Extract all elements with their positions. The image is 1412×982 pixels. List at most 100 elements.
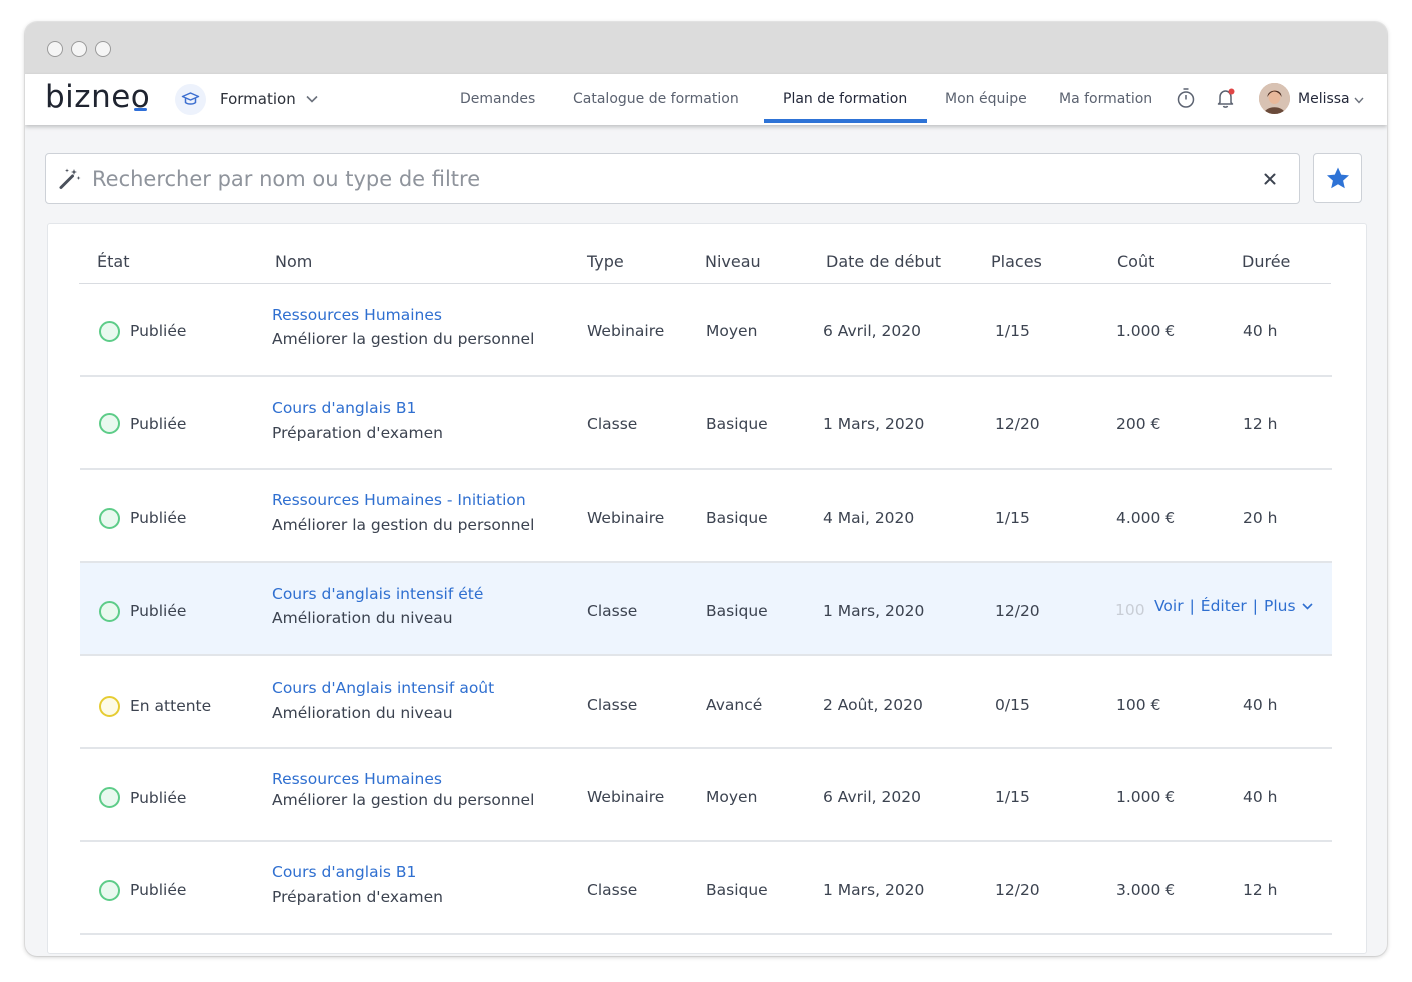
status-published-icon — [99, 601, 120, 622]
level-cell: Basique — [706, 509, 768, 527]
places-cell: 0/15 — [995, 696, 1030, 714]
cost-cell: 3.000 € — [1116, 881, 1176, 899]
column-header-duree[interactable]: Durée — [1242, 252, 1290, 271]
chevron-down-icon[interactable] — [1301, 603, 1313, 610]
status-label: Publiée — [130, 322, 187, 340]
training-name-link[interactable]: Cours d'anglais B1 — [272, 863, 416, 881]
table-row[interactable]: Publiée Ressources Humaines Améliorer la… — [80, 749, 1332, 842]
level-cell: Basique — [706, 415, 768, 433]
type-cell: Classe — [587, 881, 638, 899]
column-header-places[interactable]: Places — [991, 252, 1042, 271]
column-header-cout[interactable]: Coût — [1117, 252, 1154, 271]
search-bar — [45, 153, 1300, 204]
bell-icon[interactable] — [1215, 87, 1237, 109]
window-close-button[interactable] — [47, 41, 63, 57]
start-date-cell: 2 Août, 2020 — [823, 696, 923, 714]
type-cell: Webinaire — [587, 509, 665, 527]
action-separator: | — [1252, 597, 1258, 615]
app-header: bizneo Formation Demandes Catalogue de f… — [25, 74, 1387, 125]
training-plan-table: État Nom Type Niveau Date de début Place… — [47, 223, 1367, 954]
duration-cell: 20 h — [1243, 509, 1278, 527]
training-name-link[interactable]: Ressources Humaines - Initiation — [272, 491, 526, 509]
status-label: Publiée — [130, 602, 187, 620]
training-name-link[interactable]: Cours d'anglais B1 — [272, 399, 416, 417]
close-icon[interactable] — [1258, 167, 1282, 191]
user-menu[interactable]: Melissa — [1298, 91, 1350, 107]
status-label: En attente — [130, 697, 212, 715]
level-cell: Basique — [706, 881, 768, 899]
table-row[interactable]: Publiée Ressources Humaines Améliorer la… — [80, 284, 1332, 377]
table-row-hovered[interactable]: Publiée Cours d'anglais intensif été Amé… — [80, 563, 1332, 656]
action-separator: | — [1189, 597, 1195, 615]
places-cell: 12/20 — [995, 881, 1040, 899]
nav-mon-equipe[interactable]: Mon équipe — [945, 91, 1027, 107]
column-header-etat[interactable]: État — [97, 252, 129, 271]
nav-plan-de-formation[interactable]: Plan de formation — [783, 91, 907, 107]
type-cell: Classe — [587, 602, 638, 620]
window-minimize-button[interactable] — [71, 41, 87, 57]
start-date-cell: 4 Mai, 2020 — [823, 509, 915, 527]
stopwatch-icon[interactable] — [1176, 87, 1196, 109]
start-date-cell: 6 Avril, 2020 — [823, 788, 921, 806]
bizneo-logo[interactable]: bizneo — [45, 79, 150, 115]
module-selector[interactable]: Formation — [220, 90, 296, 108]
magic-wand-icon — [59, 168, 81, 189]
status-published-icon — [99, 413, 120, 434]
training-name-link[interactable]: Cours d'Anglais intensif août — [272, 679, 494, 697]
training-description: Améliorer la gestion du personnel — [272, 791, 535, 809]
table-row[interactable]: En attente Cours d'Anglais intensif août… — [80, 656, 1332, 749]
cost-cell: 100 — [1115, 601, 1145, 619]
nav-catalogue-de-formation[interactable]: Catalogue de formation — [573, 91, 739, 107]
column-header-nom[interactable]: Nom — [275, 252, 312, 271]
graduation-cap-icon — [175, 84, 206, 115]
training-name-link[interactable]: Ressources Humaines — [272, 306, 442, 324]
column-header-date-de-debut[interactable]: Date de début — [826, 252, 941, 271]
status-label: Publiée — [130, 415, 187, 433]
duration-cell: 40 h — [1243, 788, 1278, 806]
status-published-icon — [99, 321, 120, 342]
user-avatar[interactable] — [1259, 83, 1290, 114]
training-description: Améliorer la gestion du personnel — [272, 330, 535, 348]
training-description: Améliorer la gestion du personnel — [272, 516, 535, 534]
start-date-cell: 1 Mars, 2020 — [823, 415, 925, 433]
table-row[interactable]: Publiée Cours d'anglais B1 Préparation d… — [80, 842, 1332, 935]
start-date-cell: 1 Mars, 2020 — [823, 602, 925, 620]
nav-ma-formation[interactable]: Ma formation — [1059, 91, 1152, 107]
level-cell: Basique — [706, 602, 768, 620]
type-cell: Webinaire — [587, 322, 665, 340]
duration-cell: 40 h — [1243, 696, 1278, 714]
star-icon — [1327, 167, 1349, 189]
browser-window: bizneo Formation Demandes Catalogue de f… — [25, 22, 1387, 956]
places-cell: 1/15 — [995, 509, 1030, 527]
type-cell: Classe — [587, 696, 638, 714]
window-maximize-button[interactable] — [95, 41, 111, 57]
chevron-down-icon[interactable] — [1354, 97, 1364, 104]
training-name-link[interactable]: Ressources Humaines — [272, 770, 442, 788]
status-label: Publiée — [130, 509, 187, 527]
chevron-down-icon[interactable] — [306, 95, 318, 103]
type-cell: Webinaire — [587, 788, 665, 806]
more-actions-link[interactable]: Plus — [1264, 597, 1296, 615]
cost-cell: 100 € — [1116, 696, 1161, 714]
column-header-niveau[interactable]: Niveau — [705, 252, 761, 271]
favorites-button[interactable] — [1313, 153, 1362, 203]
cost-cell: 1.000 € — [1116, 322, 1176, 340]
column-header-type[interactable]: Type — [587, 252, 624, 271]
row-action-links: Voir | Éditer | Plus — [1152, 597, 1313, 615]
table-row[interactable]: Publiée Cours d'anglais B1 Préparation d… — [80, 377, 1332, 470]
start-date-cell: 6 Avril, 2020 — [823, 322, 921, 340]
search-input[interactable] — [92, 162, 1242, 195]
cost-cell: 200 € — [1116, 415, 1161, 433]
duration-cell: 12 h — [1243, 415, 1278, 433]
training-name-link[interactable]: Cours d'anglais intensif été — [272, 585, 483, 603]
status-published-icon — [99, 880, 120, 901]
table-row[interactable]: Publiée Ressources Humaines - Initiation… — [80, 470, 1332, 563]
nav-demandes[interactable]: Demandes — [460, 91, 535, 107]
start-date-cell: 1 Mars, 2020 — [823, 881, 925, 899]
view-action-link[interactable]: Voir — [1154, 597, 1184, 615]
duration-cell: 12 h — [1243, 881, 1278, 899]
status-label: Publiée — [130, 789, 187, 807]
edit-action-link[interactable]: Éditer — [1201, 597, 1247, 615]
duration-cell: 40 h — [1243, 322, 1278, 340]
status-published-icon — [99, 508, 120, 529]
